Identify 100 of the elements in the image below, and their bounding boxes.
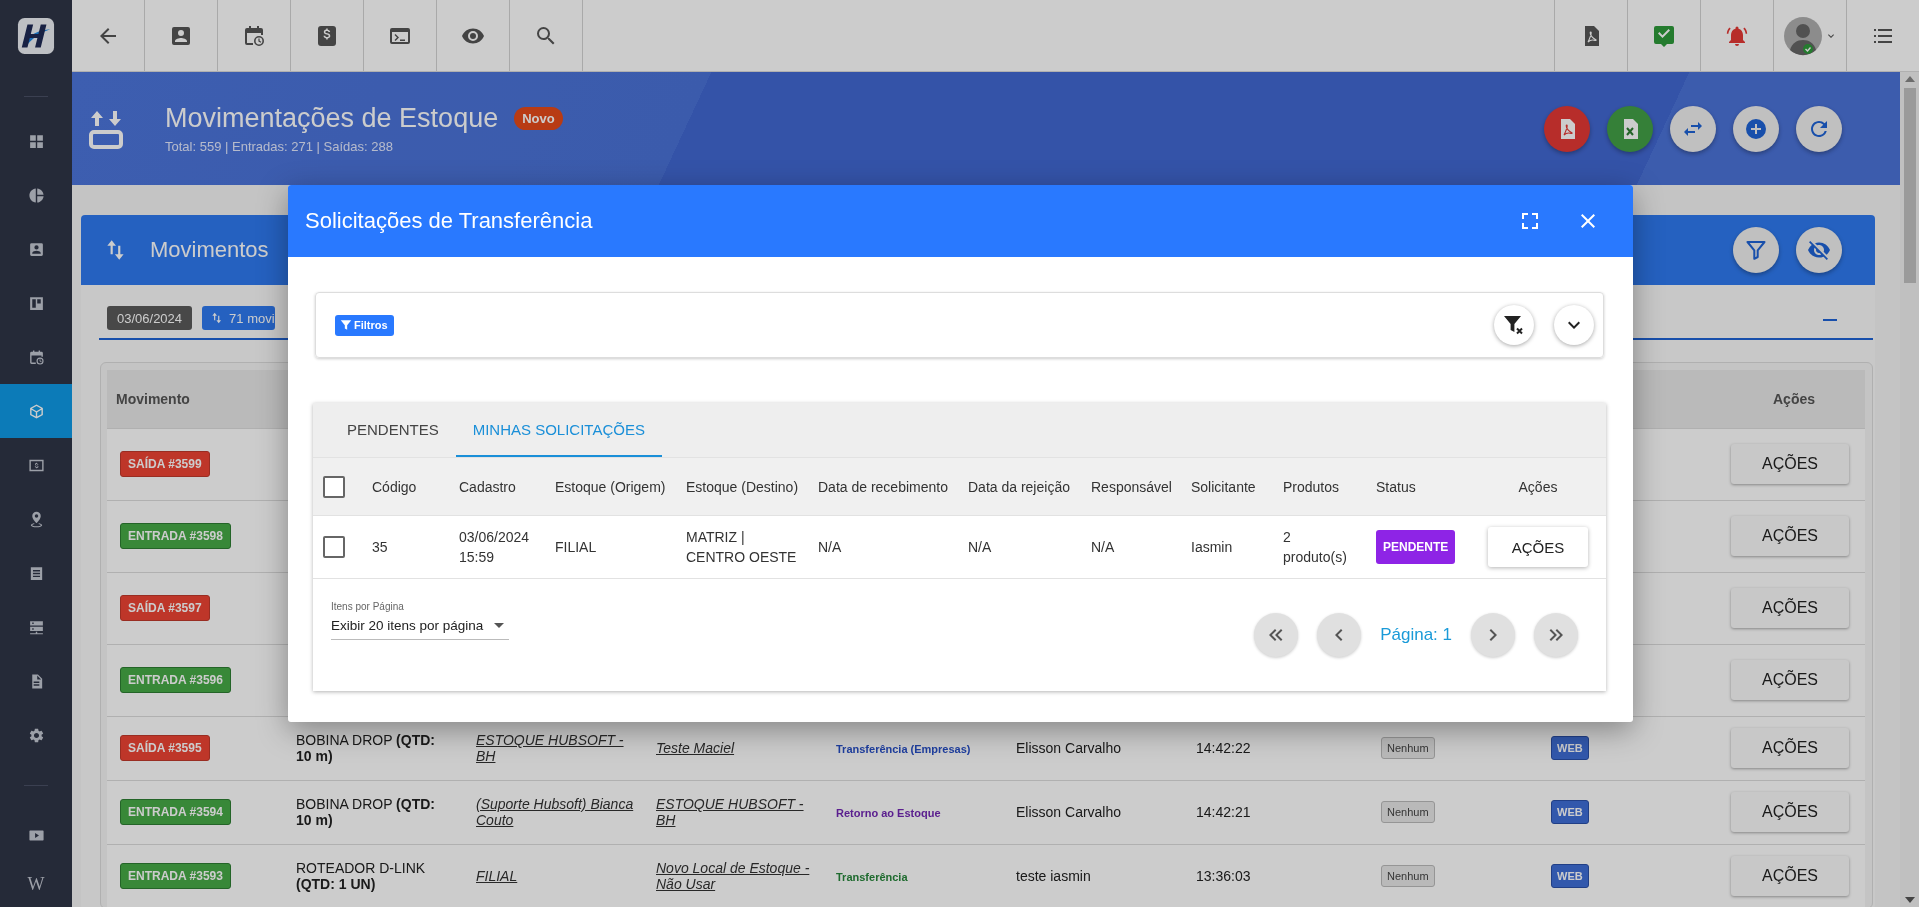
movement-badge: SAÍDA #3599 xyxy=(120,451,210,477)
user-name: Elisson Carvalho xyxy=(1016,804,1122,820)
channel-badge: WEB xyxy=(1551,736,1589,760)
column-header: Produtos xyxy=(1274,457,1367,516)
filters-button[interactable]: Filtros xyxy=(335,314,394,336)
board-icon xyxy=(27,294,45,312)
double-chevron-right-icon xyxy=(1549,629,1563,641)
column-header: Estoque (Destino) xyxy=(677,457,809,516)
actions-button[interactable]: AÇÕES xyxy=(1731,792,1849,832)
movement-badge: SAÍDA #3597 xyxy=(120,595,210,621)
pie-chart-icon xyxy=(27,186,45,204)
row-checkbox[interactable] xyxy=(323,536,345,558)
table-cell: 03/06/2024 15:59 xyxy=(450,515,546,579)
actions-button[interactable]: AÇÕES xyxy=(1488,527,1588,567)
table-cell: 2 produto(s) xyxy=(1274,515,1367,579)
actions-button[interactable]: AÇÕES xyxy=(1731,660,1849,700)
sidebar-item[interactable]: W xyxy=(0,862,72,907)
movement-badge: ENTRADA #3593 xyxy=(120,863,231,890)
column-header: Código xyxy=(363,457,450,516)
count-chip: 71 movi xyxy=(202,306,275,330)
product-text: BOBINA DROP (QTD: 10 m) xyxy=(296,796,435,828)
eye-off-icon xyxy=(1807,238,1831,262)
calendar-clock-icon xyxy=(27,348,45,366)
movement-badge: ENTRADA #3598 xyxy=(120,523,231,549)
movement-type: Transferência xyxy=(836,871,908,884)
column-header: Estoque (Origem) xyxy=(546,457,677,516)
filter-button[interactable] xyxy=(1733,227,1779,273)
time-text: 14:42:21 xyxy=(1196,804,1251,820)
date-chip: 03/06/2024 xyxy=(107,306,193,330)
actions-button[interactable]: AÇÕES xyxy=(1731,444,1849,484)
last-page-button[interactable] xyxy=(1534,613,1578,657)
movement-badge: ENTRADA #3596 xyxy=(120,667,231,693)
movement-type: Transferência (Empresas) xyxy=(836,743,971,755)
first-page-button[interactable] xyxy=(1254,613,1299,657)
refresh-button[interactable] xyxy=(1796,105,1842,152)
chevron-right-icon xyxy=(1489,629,1497,641)
new-badge: Novo xyxy=(514,107,563,130)
column-header: Cadastro xyxy=(450,457,546,516)
chevron-left-icon xyxy=(1335,629,1344,641)
stock-transfer-icon xyxy=(88,108,124,149)
tag-label: Nenhum xyxy=(1381,865,1435,888)
card-title: Movimentos xyxy=(150,237,269,263)
dollar-icon xyxy=(315,23,339,48)
movement-badge: SAÍDA #3595 xyxy=(120,735,210,761)
filter-icon xyxy=(1744,238,1768,262)
hide-button[interactable] xyxy=(1796,227,1842,273)
column-header: Data de recebimento xyxy=(809,457,959,516)
contact-icon xyxy=(27,240,45,258)
movement-type: Retorno ao Estoque xyxy=(836,807,941,819)
user-name: Elisson Carvalho xyxy=(1016,740,1122,756)
server-icon xyxy=(27,618,45,636)
select-all-checkbox[interactable] xyxy=(323,475,345,498)
actions-button[interactable]: AÇÕES xyxy=(1731,588,1849,628)
modal-title: Solicitações de Transferência xyxy=(305,208,593,234)
add-button[interactable] xyxy=(1733,105,1779,152)
table-cell: N/A xyxy=(1082,515,1182,579)
plus-icon xyxy=(1744,116,1768,141)
actions-button[interactable]: AÇÕES xyxy=(1731,516,1849,556)
expand-button[interactable] xyxy=(1554,305,1594,345)
actions-button[interactable]: AÇÕES xyxy=(1731,856,1849,897)
double-chevron-left-icon xyxy=(1269,629,1284,641)
chat-check-icon xyxy=(1652,23,1676,48)
calendar-clock-icon xyxy=(242,23,266,48)
transfer-button[interactable] xyxy=(1670,105,1716,152)
table-cell: FILIAL xyxy=(546,515,677,579)
actions-button[interactable]: AÇÕES xyxy=(1731,728,1849,768)
page-title: Movimentações de Estoque xyxy=(165,103,499,134)
column-header: Ações xyxy=(1470,457,1606,516)
page-size-select[interactable]: Itens por Página Exibir 20 itens por página xyxy=(331,601,509,640)
column-header: Responsável xyxy=(1082,457,1182,516)
column-header: Ações xyxy=(1715,370,1865,428)
product-text: ROTEADOR D-LINK (QTD: 1 UN) xyxy=(296,860,426,893)
page-summary: Total: 559 | Entradas: 271 | Saídas: 288 xyxy=(165,139,394,154)
origin-link[interactable]: FILIAL xyxy=(476,868,518,885)
scrollbar[interactable] xyxy=(1900,72,1919,907)
table-cell: Iasmin xyxy=(1182,515,1274,579)
tag-label: Nenhum xyxy=(1381,737,1435,759)
export-excel-button[interactable] xyxy=(1607,105,1653,152)
destination-link[interactable]: Teste Maciel xyxy=(656,740,735,756)
product-text: BOBINA DROP (QTD: 10 m) xyxy=(296,732,435,764)
cube-icon xyxy=(27,402,45,420)
tag-label: Nenhum xyxy=(1381,801,1435,823)
status-badge: PENDENTE xyxy=(1376,530,1456,564)
table-cell: 35 xyxy=(363,515,450,579)
logo-icon[interactable] xyxy=(17,17,55,55)
column-header: Movimento xyxy=(107,370,290,428)
channel-badge: WEB xyxy=(1551,800,1589,824)
user-name: teste iasmin xyxy=(1016,868,1091,885)
tab[interactable]: PENDENTES xyxy=(330,403,456,457)
export-pdf-button[interactable] xyxy=(1544,105,1590,152)
column-header: Data da rejeição xyxy=(959,457,1082,516)
table-cell: MATRIZ | CENTRO OESTE xyxy=(677,515,809,579)
filter-icon xyxy=(339,318,353,332)
dashboard-icon xyxy=(27,132,45,150)
time-text: 13:36:03 xyxy=(1196,868,1251,885)
channel-badge: WEB xyxy=(1551,864,1589,889)
caret-icon xyxy=(494,623,504,628)
column-header: Status xyxy=(1367,457,1470,516)
movement-badge: ENTRADA #3594 xyxy=(120,799,231,825)
clear-filters-button[interactable] xyxy=(1494,305,1534,345)
